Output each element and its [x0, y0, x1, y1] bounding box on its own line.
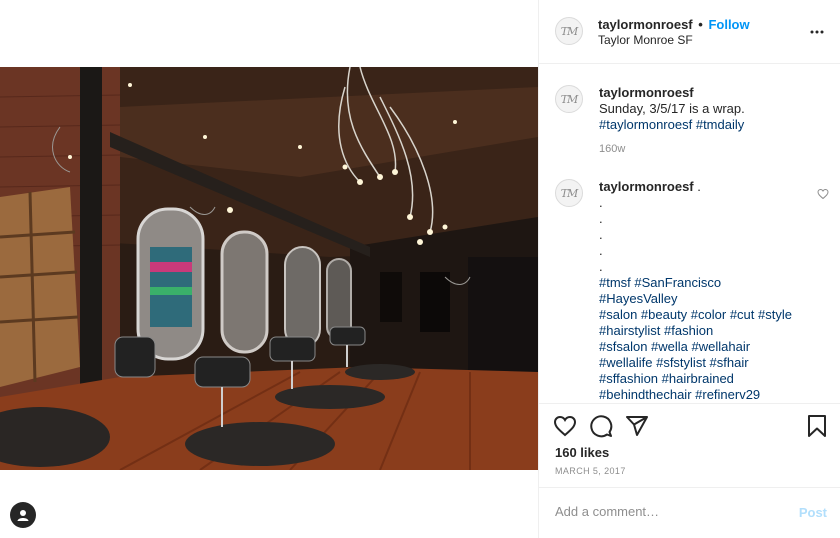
profile-avatar-icon[interactable]: [10, 502, 36, 528]
comment-username[interactable]: taylormonroesf: [599, 179, 694, 194]
header-separator: •: [698, 17, 703, 32]
share-icon[interactable]: [625, 414, 649, 441]
comments-list[interactable]: TM taylormonroesf Sunday, 3/5/17 is a wr…: [539, 65, 840, 403]
avatar-initials: TM: [560, 24, 579, 38]
post-date[interactable]: MARCH 5, 2017: [555, 466, 626, 476]
caption-username[interactable]: taylormonroesf: [599, 85, 824, 101]
comment-icon[interactable]: [589, 414, 613, 441]
follow-button[interactable]: Follow: [708, 17, 749, 32]
media-column: [0, 0, 538, 538]
hashtag-line[interactable]: #sfsalon #wella #wellahair: [599, 339, 824, 355]
hashtag-line[interactable]: #sffashion #hairbrained: [599, 371, 824, 387]
hashtag-link[interactable]: #taylormonroesf: [599, 117, 692, 132]
caption-body: taylormonroesf Sunday, 3/5/17 is a wrap.…: [599, 85, 824, 133]
avatar-initials: TM: [560, 92, 579, 106]
header-user-line: taylormonroesf • Follow: [598, 17, 750, 32]
hashtag-line[interactable]: #wellalife #sfstylist #sfhair: [599, 355, 824, 371]
heart-icon[interactable]: [553, 414, 577, 441]
comment-like-heart-icon[interactable]: [817, 188, 829, 203]
more-options-icon[interactable]: [810, 26, 824, 34]
post-sidebar: TM taylormonroesf • Follow Taylor Monroe…: [538, 0, 840, 538]
caption-text: Sunday, 3/5/17 is a wrap.: [599, 101, 745, 116]
post-header: TM taylormonroesf • Follow Taylor Monroe…: [539, 0, 840, 64]
comment-avatar[interactable]: TM: [555, 179, 583, 207]
comment-dot-line: .: [599, 243, 603, 258]
comment-body: taylormonroesf . . . . . . #tmsf #SanFra…: [599, 179, 824, 403]
hashtag-line[interactable]: #salon #beauty #color #cut #style: [599, 307, 824, 323]
hashtag-line[interactable]: #tmsf #SanFrancisco: [599, 275, 824, 291]
avatar-initials: TM: [560, 186, 579, 200]
header-avatar[interactable]: TM: [555, 17, 583, 45]
post-photo[interactable]: [0, 67, 538, 470]
comment-dot-line: .: [599, 259, 603, 274]
comment-dot-line: .: [599, 211, 603, 226]
header-location[interactable]: Taylor Monroe SF: [598, 33, 693, 47]
post-comment-button[interactable]: Post: [799, 505, 827, 520]
comment-dot-line: .: [599, 227, 603, 242]
hashtag-line[interactable]: #behindthechair #refinerv29: [599, 387, 824, 403]
hashtag-line[interactable]: #hairstylist #fashion: [599, 323, 824, 339]
likes-count[interactable]: 160 likes: [555, 445, 609, 460]
hashtag-link[interactable]: #tmdaily: [696, 117, 744, 132]
header-username[interactable]: taylormonroesf: [598, 17, 693, 32]
comment-trail: .: [693, 179, 701, 194]
salon-interior-image: [0, 67, 538, 470]
bookmark-icon[interactable]: [805, 414, 829, 441]
comment-dot-line: .: [599, 195, 603, 210]
hashtag-line[interactable]: #HayesValley: [599, 291, 824, 307]
caption-timestamp[interactable]: 160w: [599, 143, 625, 155]
add-comment-bar: Post: [539, 487, 840, 538]
post-actions: 160 likes MARCH 5, 2017: [539, 403, 840, 487]
comment-input[interactable]: [555, 504, 775, 519]
caption-avatar[interactable]: TM: [555, 85, 583, 113]
